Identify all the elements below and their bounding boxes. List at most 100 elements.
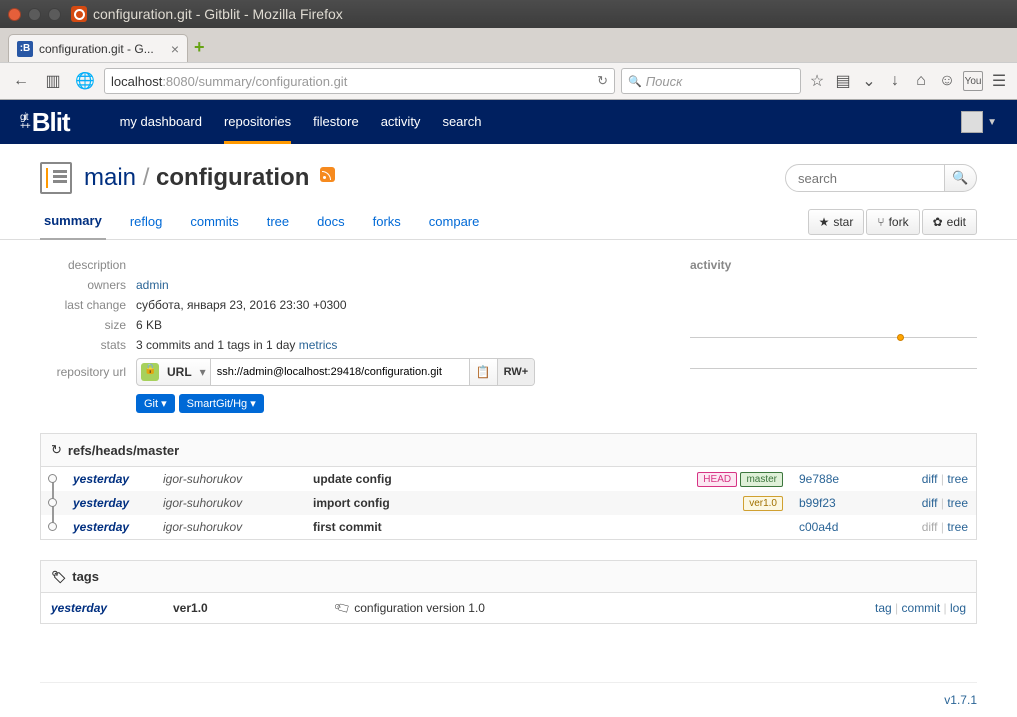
repo-search-input[interactable]: [785, 164, 945, 192]
owner-link[interactable]: admin: [136, 278, 169, 292]
commit-hash[interactable]: c00a4d: [799, 520, 838, 534]
repo-parent[interactable]: main: [84, 164, 136, 191]
reader-button[interactable]: ▥: [40, 68, 66, 94]
copy-icon[interactable]: 📋: [470, 365, 497, 379]
nav-filestore[interactable]: filestore: [313, 114, 359, 130]
commit-hash[interactable]: 9e788e: [799, 472, 839, 486]
ref-label[interactable]: ver1.0: [743, 496, 783, 511]
gitblit-logo[interactable]: git++Blit: [20, 107, 70, 138]
label-last-change: last change: [40, 298, 126, 312]
commit-message: first commit: [305, 515, 661, 539]
smartgit-dropdown[interactable]: SmartGit/Hg ▾: [179, 394, 264, 413]
url-dropdown[interactable]: ▾: [196, 365, 210, 379]
tag-date[interactable]: yesterday: [51, 601, 107, 615]
browser-search[interactable]: Поиск: [621, 68, 801, 94]
commit-author: igor-suhorukov: [155, 515, 305, 539]
value-stats: 3 commits and 1 tags in 1 day: [136, 338, 295, 352]
reload-icon[interactable]: ↻: [597, 73, 608, 89]
commit-hash[interactable]: b99f23: [799, 496, 836, 510]
tag-icon: [51, 569, 66, 584]
browser-tabs: :B configuration.git - G... × +: [0, 28, 1017, 62]
rss-icon[interactable]: [320, 167, 335, 182]
tab-forks[interactable]: forks: [369, 204, 405, 240]
menu-icon[interactable]: ☰: [989, 71, 1009, 91]
ref-label[interactable]: master: [740, 472, 783, 487]
git-dropdown[interactable]: Git ▾: [136, 394, 175, 413]
tag-msg: 🏷configuration version 1.0: [327, 595, 832, 621]
tab-commits[interactable]: commits: [186, 204, 242, 240]
tree-link[interactable]: tree: [947, 520, 968, 534]
fork-button[interactable]: ⑂fork: [866, 209, 919, 235]
rw-badge: RW+: [497, 359, 535, 385]
tab-close-icon[interactable]: ×: [171, 41, 179, 57]
bookmark-icon[interactable]: ☆: [807, 71, 827, 91]
nav-dashboard[interactable]: my dashboard: [120, 114, 202, 130]
tag-link[interactable]: tag: [875, 601, 892, 615]
tag-name: ver1.0: [165, 595, 325, 621]
activity-sparkline: [690, 322, 977, 338]
downloads-icon[interactable]: ↓: [885, 71, 905, 91]
tab-compare[interactable]: compare: [425, 204, 484, 240]
home-icon[interactable]: ⌂: [911, 71, 931, 91]
tab-label: configuration.git - G...: [39, 42, 167, 56]
addon-icon[interactable]: You: [963, 71, 983, 91]
separator: /: [143, 164, 156, 191]
repo-search-button[interactable]: 🔍: [945, 164, 977, 192]
commits-panel: refs/heads/master yesterdayigor-suhoruko…: [40, 433, 977, 540]
library-icon[interactable]: ▤: [833, 71, 853, 91]
face-icon[interactable]: ☺: [937, 71, 957, 91]
tag-row[interactable]: yesterday ver1.0🏷configuration version 1.…: [43, 595, 974, 621]
nav-search[interactable]: search: [442, 114, 481, 130]
diff-link[interactable]: diff: [922, 472, 938, 486]
nav-repositories[interactable]: repositories: [224, 114, 291, 144]
user-avatar[interactable]: [961, 111, 983, 133]
commit-row[interactable]: yesterday igor-suhorukovfirst commit c00a4…: [41, 515, 976, 539]
os-titlebar: configuration.git - Gitblit - Mozilla Fi…: [0, 0, 1017, 28]
address-bar[interactable]: localhost:8080/summary/configuration.git…: [104, 68, 615, 94]
tab-docs[interactable]: docs: [313, 204, 348, 240]
label-description: description: [40, 258, 126, 272]
identity-icon[interactable]: 🌐: [72, 68, 98, 94]
tab-reflog[interactable]: reflog: [126, 204, 167, 240]
window-min-button[interactable]: [28, 8, 41, 21]
commit-link[interactable]: commit: [902, 601, 941, 615]
refresh-icon[interactable]: [51, 442, 62, 458]
commit-date[interactable]: yesterday: [73, 496, 129, 510]
browser-tab[interactable]: :B configuration.git - G... ×: [8, 34, 188, 62]
star-button[interactable]: ★star: [808, 209, 865, 235]
label-stats: stats: [40, 338, 126, 352]
tree-link[interactable]: tree: [947, 472, 968, 486]
nav-activity[interactable]: activity: [381, 114, 421, 130]
window-close-button[interactable]: [8, 8, 21, 21]
diff-link[interactable]: diff: [922, 496, 938, 510]
window-max-button[interactable]: [48, 8, 61, 21]
url-port: :8080: [162, 74, 195, 89]
favicon-icon: :B: [17, 41, 33, 57]
pocket-icon[interactable]: ⌄: [859, 71, 879, 91]
metrics-link[interactable]: metrics: [299, 338, 338, 352]
value-last-change: суббота, января 23, 2016 23:30 +0300: [136, 298, 630, 312]
diff-disabled: diff: [922, 520, 938, 534]
clone-url-input[interactable]: [210, 359, 470, 385]
activity-heading: activity: [690, 258, 977, 272]
tab-tree[interactable]: tree: [263, 204, 293, 240]
new-tab-button[interactable]: +: [194, 37, 205, 58]
tree-link[interactable]: tree: [947, 496, 968, 510]
value-size: 6 KB: [136, 318, 630, 332]
edit-button[interactable]: ✿edit: [922, 209, 977, 235]
ref-label[interactable]: HEAD: [697, 472, 737, 487]
commit-date[interactable]: yesterday: [73, 520, 129, 534]
commit-row[interactable]: yesterdayigor-suhorukovimport configver1…: [41, 491, 976, 515]
window-title: configuration.git - Gitblit - Mozilla Fi…: [93, 6, 343, 22]
tab-summary[interactable]: summary: [40, 204, 106, 240]
back-button[interactable]: ←: [8, 68, 34, 94]
spark-point: [897, 334, 904, 341]
firefox-icon: [71, 6, 87, 22]
version-link[interactable]: v1.7.1: [944, 693, 977, 707]
log-link[interactable]: log: [950, 601, 966, 615]
commit-date[interactable]: yesterday: [73, 472, 129, 486]
repo-head: main / configuration 🔍: [0, 144, 1017, 204]
user-menu-caret[interactable]: ▼: [987, 117, 997, 128]
commit-row[interactable]: yesterdayigor-suhorukovupdate configHEAD…: [41, 467, 976, 491]
ref-head: refs/heads/master: [68, 443, 179, 458]
